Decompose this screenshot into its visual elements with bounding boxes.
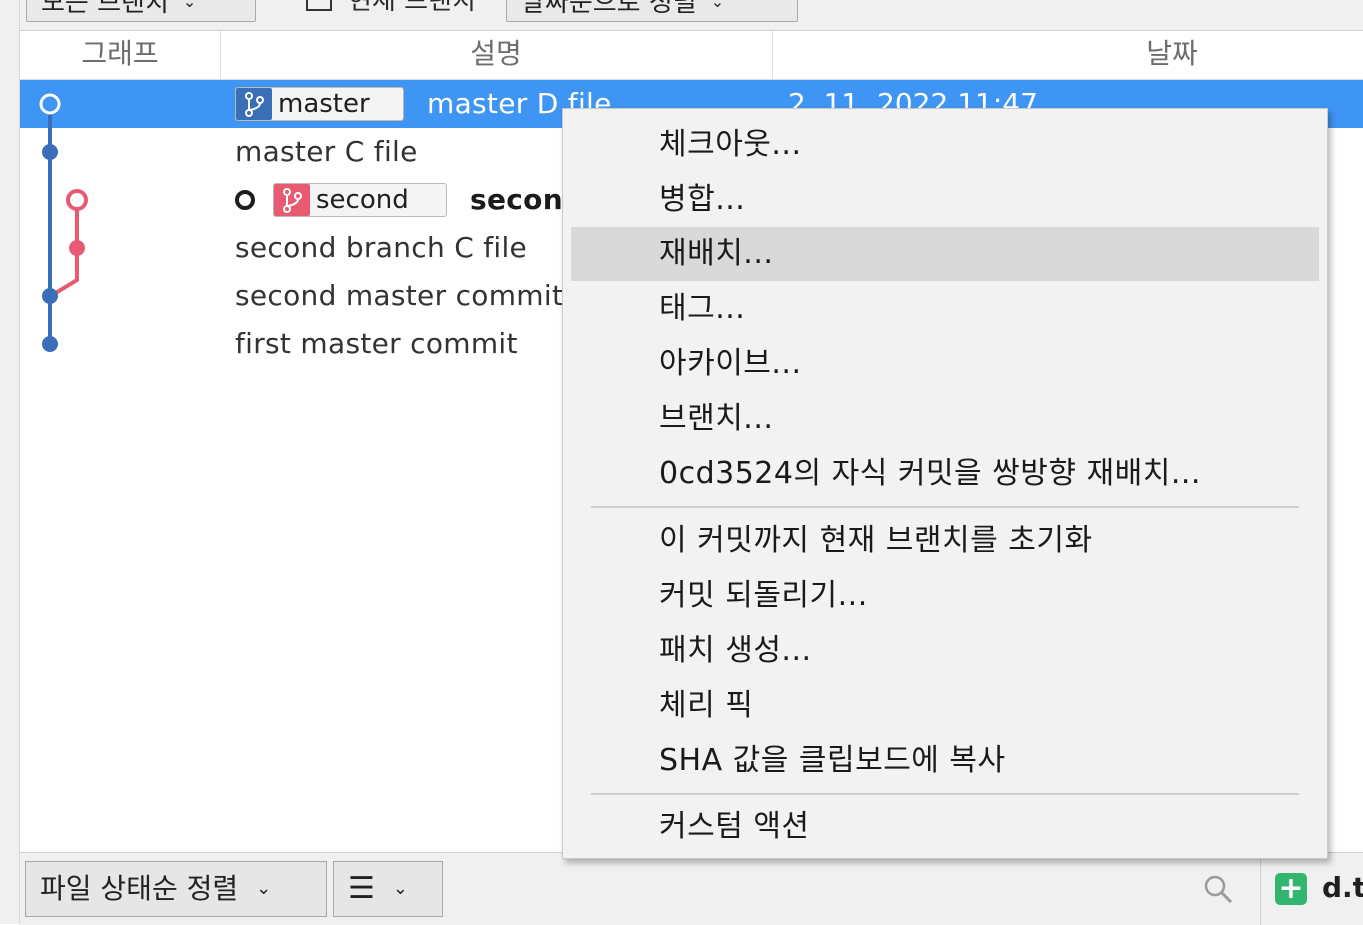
- commit-message: second master commit: [235, 279, 564, 312]
- menu-item-revert-commit[interactable]: 커밋 되돌리기...: [571, 569, 1319, 623]
- menu-item-create-patch[interactable]: 패치 생성...: [571, 624, 1319, 678]
- commit-node[interactable]: [42, 336, 58, 352]
- added-file-icon: +: [1275, 873, 1307, 905]
- merge-line: [52, 266, 79, 296]
- column-header: 그래프 설명 날짜: [20, 31, 1363, 80]
- menu-item-cherry-pick[interactable]: 체리 픽: [571, 679, 1319, 733]
- list-icon: ☰: [348, 871, 375, 906]
- commit-node[interactable]: [69, 240, 85, 256]
- branch-badge-second[interactable]: second: [273, 183, 447, 217]
- file-sort-label: 파일 상태순 정렬: [40, 872, 239, 905]
- branch-icon: [274, 184, 310, 216]
- checkbox-icon: [306, 0, 332, 11]
- sort-dropdown[interactable]: 날짜순으로 정렬 ⌄: [506, 0, 798, 22]
- commit-message: first master commit: [235, 327, 518, 360]
- branch-badge-label: master: [278, 89, 370, 119]
- chevron-down-icon: ⌄: [182, 0, 197, 11]
- file-status-bar: 파일 상태순 정렬⌄ ☰⌄ + d.txt: [20, 852, 1363, 925]
- menu-separator: [591, 793, 1299, 795]
- commit-message: master C file: [235, 135, 418, 168]
- file-name[interactable]: d.txt: [1322, 871, 1363, 904]
- commit-node[interactable]: [42, 144, 58, 160]
- chevron-down-icon: ⌄: [710, 0, 725, 11]
- menu-item-merge[interactable]: 병합...: [571, 173, 1319, 227]
- chevron-down-icon: ⌄: [256, 878, 272, 899]
- divider: [1260, 853, 1261, 925]
- menu-item-interactive-rebase[interactable]: 0cd3524의 자식 커밋을 쌍방향 재배치...: [571, 447, 1319, 501]
- chevron-down-icon: ⌄: [392, 878, 408, 899]
- menu-item-custom-actions[interactable]: 커스텀 액션: [571, 800, 1319, 854]
- window-edge: [0, 0, 20, 924]
- commit-context-menu: 체크아웃... 병합... 재배치... 태그... 아카이브... 브랜치..…: [562, 108, 1328, 859]
- branch-badge-label: second: [316, 185, 409, 215]
- menu-separator: [591, 506, 1299, 508]
- branch-badge-master[interactable]: master: [235, 87, 404, 121]
- column-date[interactable]: 날짜: [772, 31, 1363, 79]
- menu-item-reset-branch[interactable]: 이 커밋까지 현재 브랜치를 초기화: [571, 514, 1319, 568]
- search-icon[interactable]: [1202, 873, 1234, 909]
- log-toolbar: 모든 브랜치 ⌄ 현재 브랜치 날짜순으로 정렬 ⌄: [20, 0, 1363, 31]
- file-sort-dropdown[interactable]: 파일 상태순 정렬 ⌄: [25, 861, 327, 917]
- menu-item-copy-sha[interactable]: SHA 값을 클립보드에 복사: [571, 734, 1319, 788]
- menu-item-checkout[interactable]: 체크아웃...: [571, 118, 1319, 172]
- menu-item-branch[interactable]: 브랜치...: [571, 392, 1319, 446]
- head-indicator-icon: [235, 190, 255, 210]
- commit-node[interactable]: [42, 288, 58, 304]
- column-graph[interactable]: 그래프: [20, 31, 220, 79]
- commit-node[interactable]: [66, 189, 88, 211]
- view-mode-dropdown[interactable]: ☰ ⌄: [333, 861, 443, 917]
- menu-item-archive[interactable]: 아카이브...: [571, 337, 1319, 391]
- current-branch-checkbox[interactable]: 현재 브랜치: [306, 0, 476, 22]
- menu-item-rebase[interactable]: 재배치...: [571, 227, 1319, 281]
- commit-graph: [39, 93, 88, 352]
- branches-dropdown-label: 모든 브랜치: [41, 0, 169, 18]
- current-branch-label: 현재 브랜치: [348, 0, 476, 16]
- branch-icon: [236, 88, 272, 120]
- menu-item-tag[interactable]: 태그...: [571, 282, 1319, 336]
- sort-dropdown-label: 날짜순으로 정렬: [521, 0, 697, 18]
- commit-node[interactable]: [39, 93, 61, 115]
- branches-dropdown[interactable]: 모든 브랜치 ⌄: [26, 0, 256, 22]
- column-description[interactable]: 설명: [220, 31, 772, 79]
- commit-message: second branch C file: [235, 231, 528, 264]
